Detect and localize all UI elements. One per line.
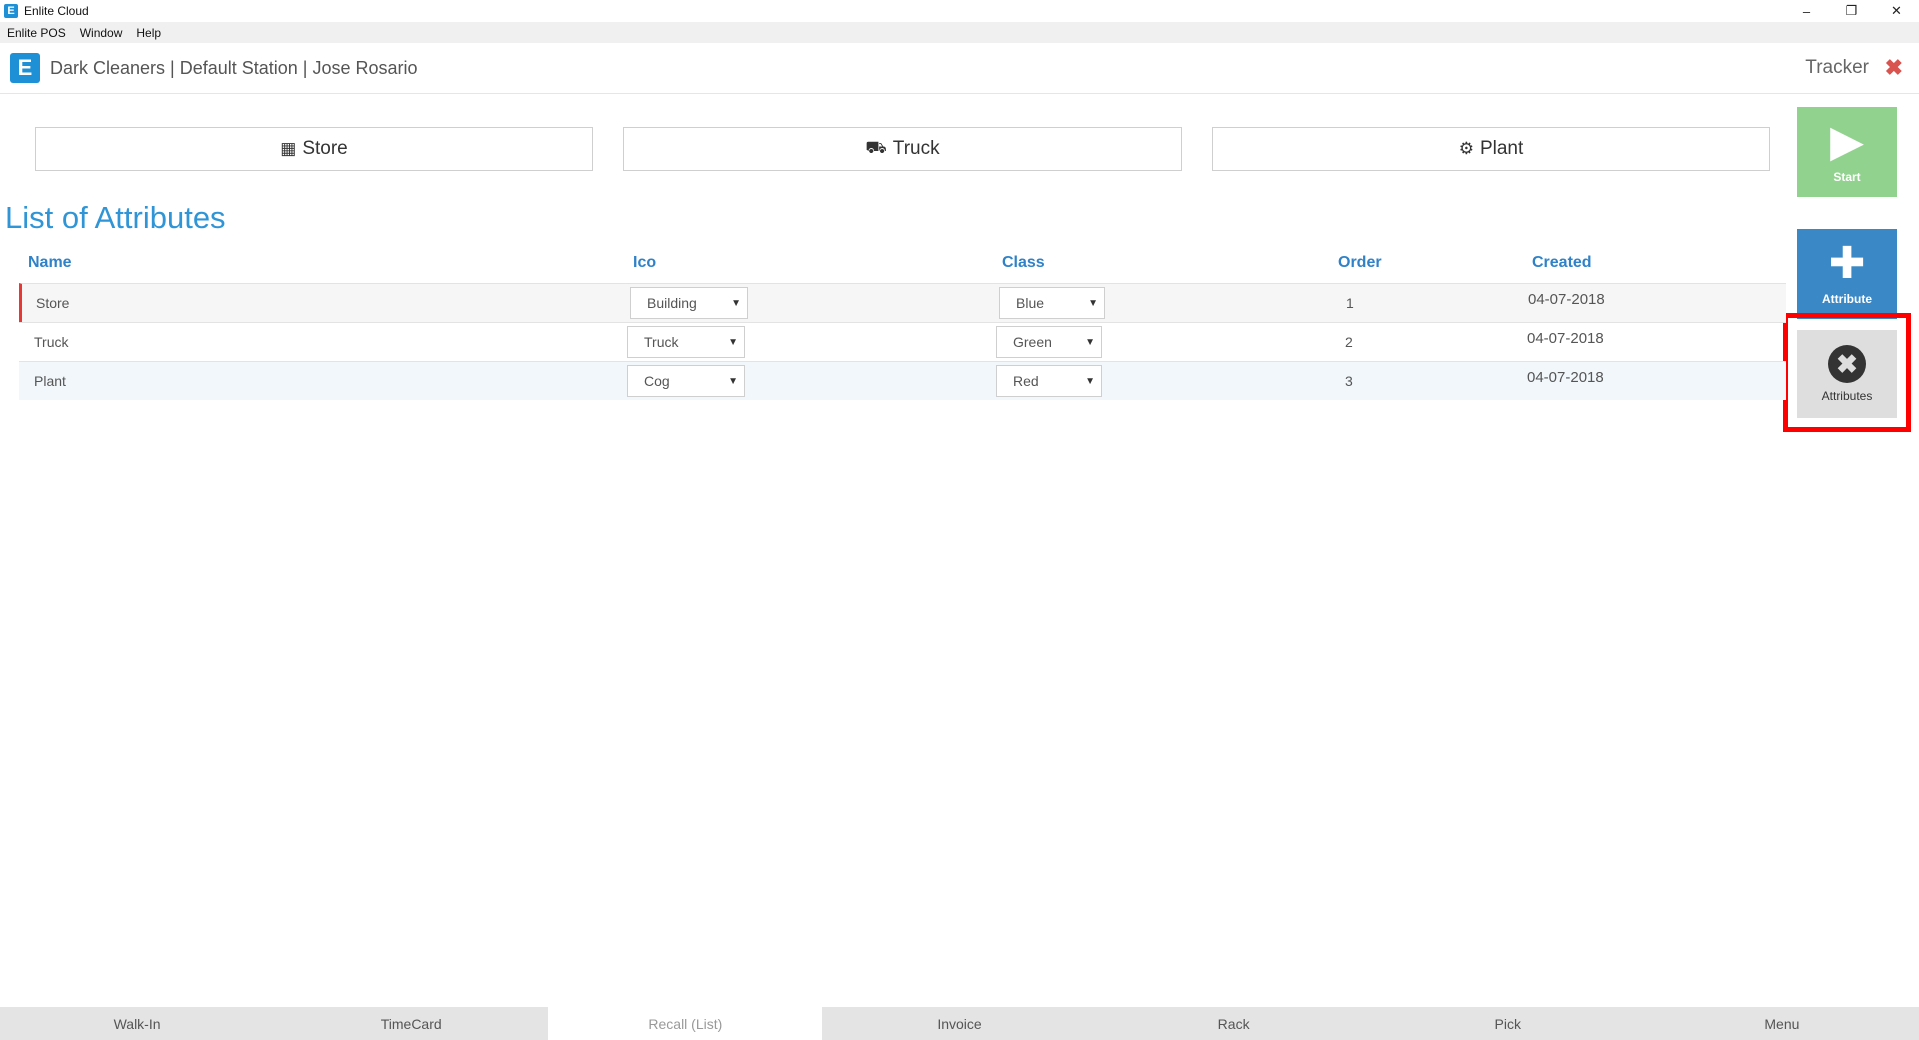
building-icon: ▦ — [280, 139, 297, 158]
tab-menu[interactable]: Menu — [1645, 1007, 1919, 1040]
start-label: Start — [1833, 170, 1861, 184]
row-created: 04-07-2018 — [1528, 291, 1605, 308]
cog-icon: ⚙ — [1458, 139, 1474, 158]
menubar: Enlite POS Window Help — [0, 22, 1919, 43]
table-row[interactable]: Plant Cog ▼ Red ▼ 3 04-07-2018 — [19, 361, 1786, 400]
tab-walk-in[interactable]: Walk-In — [0, 1007, 274, 1040]
start-button[interactable]: ▶ Start — [1797, 107, 1897, 197]
play-icon: ▶ — [1830, 117, 1864, 166]
column-header-order: Order — [1338, 254, 1382, 271]
class-select[interactable]: Green ▼ — [996, 326, 1102, 358]
chevron-down-icon: ▼ — [728, 375, 738, 387]
window-title: Enlite Cloud — [24, 4, 89, 18]
row-created: 04-07-2018 — [1527, 330, 1604, 347]
row-created: 04-07-2018 — [1527, 369, 1604, 386]
tracker-label: Tracker — [1805, 57, 1869, 78]
row-order: 2 — [1345, 334, 1353, 350]
plus-icon: ✚ — [1828, 239, 1866, 288]
filter-plant-label: Plant — [1479, 138, 1524, 159]
tab-pick[interactable]: Pick — [1371, 1007, 1645, 1040]
close-window-button[interactable]: ✕ — [1874, 0, 1919, 22]
bottom-tab-bar: Walk-In TimeCard Recall (List) Invoice R… — [0, 1007, 1919, 1040]
page-context: Dark Cleaners | Default Station | Jose R… — [50, 57, 418, 78]
tab-rack[interactable]: Rack — [1097, 1007, 1371, 1040]
window-titlebar: E Enlite Cloud – ❐ ✕ — [0, 0, 1919, 22]
row-name: Truck — [34, 334, 69, 350]
highlight-annotation — [1783, 313, 1911, 432]
row-order: 1 — [1346, 295, 1354, 311]
menu-window[interactable]: Window — [73, 26, 130, 40]
class-select-value: Green — [1013, 334, 1052, 350]
column-header-class: Class — [1002, 254, 1045, 271]
minimize-button[interactable]: – — [1784, 0, 1829, 22]
ico-select[interactable]: Building ▼ — [630, 287, 748, 319]
row-name: Store — [36, 295, 70, 311]
chevron-down-icon: ▼ — [728, 336, 738, 348]
window-controls: – ❐ ✕ — [1784, 0, 1919, 22]
menu-help[interactable]: Help — [129, 26, 168, 40]
row-name: Plant — [34, 373, 66, 389]
tab-invoice[interactable]: Invoice — [822, 1007, 1096, 1040]
class-select[interactable]: Blue ▼ — [999, 287, 1105, 319]
column-header-name: Name — [28, 254, 72, 271]
column-header-ico: Ico — [633, 254, 657, 271]
restore-button[interactable]: ❐ — [1829, 0, 1874, 22]
tab-timecard[interactable]: TimeCard — [274, 1007, 548, 1040]
app-icon: E — [4, 4, 18, 18]
ico-select-value: Cog — [644, 373, 670, 389]
chevron-down-icon: ▼ — [731, 297, 741, 309]
filter-store-button[interactable]: ▦ Store — [35, 127, 593, 171]
row-order: 3 — [1345, 373, 1353, 389]
add-attribute-button[interactable]: ✚ Attribute — [1797, 229, 1897, 319]
class-select[interactable]: Red ▼ — [996, 365, 1102, 397]
filter-truck-button[interactable]: ⛟ Truck — [623, 127, 1182, 171]
enlite-logo: E — [10, 53, 40, 83]
filter-truck-label: Truck — [892, 138, 940, 159]
filter-store-label: Store — [302, 138, 348, 159]
class-select-value: Blue — [1016, 295, 1045, 311]
chevron-down-icon: ▼ — [1088, 297, 1098, 309]
ico-select[interactable]: Cog ▼ — [627, 365, 745, 397]
page-title: List of Attributes — [5, 200, 226, 235]
truck-icon: ⛟ — [865, 138, 887, 157]
chevron-down-icon: ▼ — [1085, 375, 1095, 387]
ico-select-value: Building — [647, 295, 697, 311]
table-row[interactable]: Store Building ▼ Blue ▼ 1 04-07-2018 — [19, 283, 1786, 322]
column-header-created: Created — [1532, 254, 1592, 271]
filter-plant-button[interactable]: ⚙ Plant — [1212, 127, 1770, 171]
tab-recall-list[interactable]: Recall (List) — [548, 1007, 823, 1040]
ico-select-value: Truck — [644, 334, 679, 350]
table-row[interactable]: Truck Truck ▼ Green ▼ 2 04-07-2018 — [19, 322, 1786, 361]
app-header: E Dark Cleaners | Default Station | Jose… — [0, 43, 1919, 94]
ico-select[interactable]: Truck ▼ — [627, 326, 745, 358]
close-icon[interactable]: ✖ — [1885, 55, 1903, 81]
chevron-down-icon: ▼ — [1085, 336, 1095, 348]
add-attribute-label: Attribute — [1822, 292, 1872, 306]
menu-enlite-pos[interactable]: Enlite POS — [0, 26, 73, 40]
class-select-value: Red — [1013, 373, 1039, 389]
